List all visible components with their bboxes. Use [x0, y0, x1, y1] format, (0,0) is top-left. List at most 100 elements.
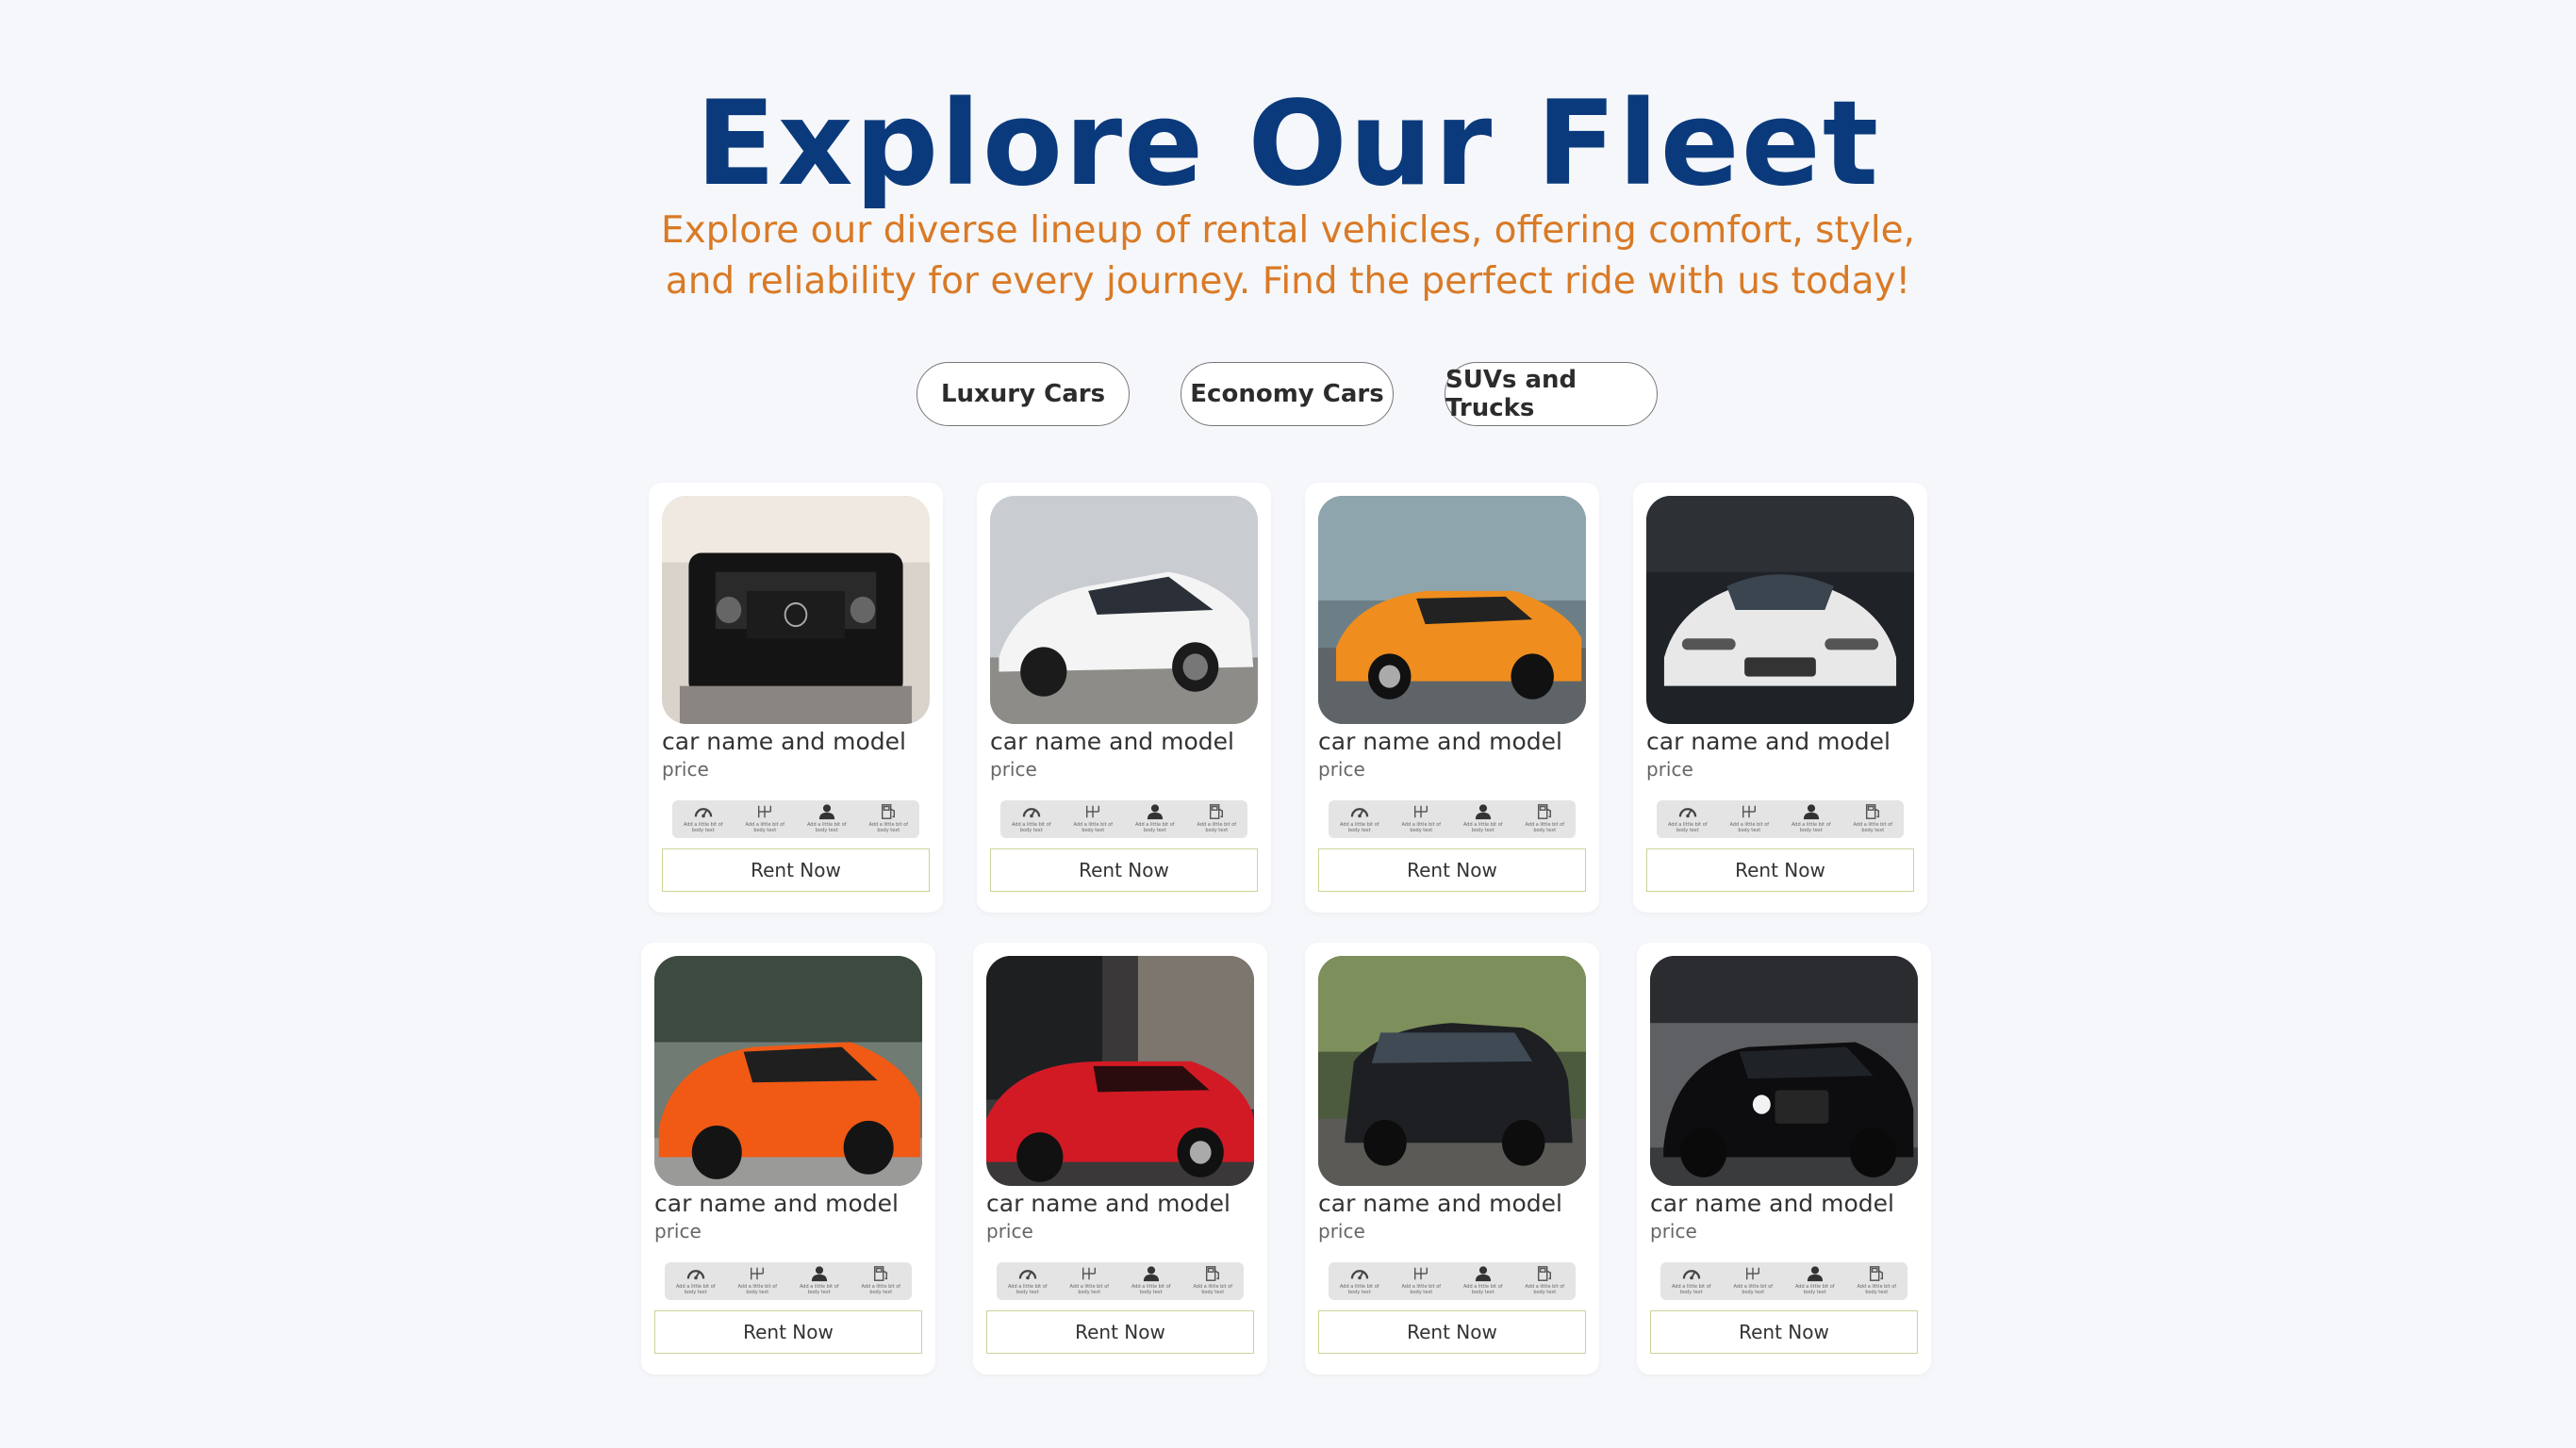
spec-item: Add a little bit of body text [1521, 803, 1568, 833]
car-card: car name and model price Add a little bit … [977, 483, 1271, 913]
car-price: price [654, 1220, 702, 1242]
spec-item: Add a little bit of body text [803, 803, 850, 833]
orange-supercar-photo [1318, 496, 1586, 724]
fuel-icon [1521, 1265, 1568, 1284]
spec-item: Add a little bit of body text [1460, 803, 1507, 833]
white-sportscar-photo [1646, 496, 1914, 724]
spec-text: Add a little bit of body text [1791, 822, 1831, 833]
rent-now-button[interactable]: Rent Now [1318, 1310, 1586, 1354]
spec-item: Add a little bit of body text [1460, 1265, 1507, 1295]
spec-text: Add a little bit of body text [1525, 822, 1565, 833]
spec-text: Add a little bit of body text [1011, 822, 1051, 833]
car-card: car name and model price Add a little bit … [641, 943, 935, 1374]
car-card: car name and model price Add a little bit … [1305, 483, 1599, 913]
speedometer-icon [1336, 1265, 1383, 1284]
spec-item: Add a little bit of body text [1131, 803, 1179, 833]
spec-text: Add a little bit of body text [861, 1284, 901, 1295]
person-icon [796, 1265, 843, 1284]
car-name: car name and model [1318, 1190, 1562, 1217]
car-card: car name and model price Add a little bit … [1305, 943, 1599, 1374]
spec-text: Add a little bit of body text [1462, 1284, 1503, 1295]
spec-item: Add a little bit of body text [1664, 803, 1711, 833]
spec-bar: Add a little bit of body text Add a littl… [1329, 800, 1576, 838]
spec-text: Add a little bit of body text [1733, 1284, 1774, 1295]
filter-economy-cars[interactable]: Economy Cars [1181, 362, 1394, 426]
speedometer-icon [1668, 1265, 1715, 1284]
rent-now-button[interactable]: Rent Now [986, 1310, 1254, 1354]
rent-now-button[interactable]: Rent Now [1650, 1310, 1918, 1354]
person-icon [1131, 803, 1179, 822]
car-price: price [1318, 758, 1365, 781]
spec-text: Add a little bit of body text [675, 1284, 716, 1295]
person-icon [803, 803, 850, 822]
gearbox-icon [1397, 803, 1445, 822]
spec-item: Add a little bit of body text [1853, 1265, 1900, 1295]
spec-item: Add a little bit of body text [1397, 1265, 1445, 1295]
gearbox-icon [1397, 1265, 1445, 1284]
spec-item: Add a little bit of body text [1726, 803, 1773, 833]
gearbox-icon [734, 1265, 781, 1284]
car-name: car name and model [1650, 1190, 1894, 1217]
gearbox-icon [1726, 803, 1773, 822]
car-card: car name and model price Add a little bit … [973, 943, 1267, 1374]
spec-text: Add a little bit of body text [868, 822, 909, 833]
spec-text: Add a little bit of body text [1073, 822, 1114, 833]
spec-item: Add a little bit of body text [1128, 1265, 1175, 1295]
spec-bar: Add a little bit of body text Add a littl… [997, 1262, 1244, 1300]
spec-item: Add a little bit of body text [734, 1265, 781, 1295]
speedometer-icon [1004, 1265, 1051, 1284]
spec-text: Add a little bit of body text [737, 1284, 778, 1295]
car-price: price [986, 1220, 1033, 1242]
spec-text: Add a little bit of body text [1667, 822, 1708, 833]
fuel-icon [1853, 1265, 1900, 1284]
spec-text: Add a little bit of body text [1671, 1284, 1711, 1295]
filter-suvs-trucks[interactable]: SUVs and Trucks [1445, 362, 1658, 426]
fuel-icon [1849, 803, 1896, 822]
gearbox-icon [1729, 1265, 1776, 1284]
car-card: car name and model price Add a little bit … [649, 483, 943, 913]
spec-item: Add a little bit of body text [865, 803, 912, 833]
gearbox-icon [1069, 803, 1116, 822]
spec-item: Add a little bit of body text [1065, 1265, 1113, 1295]
spec-text: Add a little bit of body text [1007, 1284, 1048, 1295]
spec-bar: Add a little bit of body text Add a littl… [672, 800, 919, 838]
speedometer-icon [1664, 803, 1711, 822]
person-icon [1792, 1265, 1839, 1284]
spec-text: Add a little bit of body text [1134, 822, 1175, 833]
category-filters: Luxury Cars Economy Cars SUVs and Trucks [0, 362, 2576, 428]
rent-now-button[interactable]: Rent Now [1318, 848, 1586, 892]
car-name: car name and model [654, 1190, 899, 1217]
spec-bar: Add a little bit of body text Add a littl… [1000, 800, 1247, 838]
spec-text: Add a little bit of body text [1794, 1284, 1835, 1295]
car-card: car name and model price Add a little bit … [1633, 483, 1927, 913]
spec-bar: Add a little bit of body text Add a littl… [1329, 1262, 1576, 1300]
spec-item: Add a little bit of body text [1729, 1265, 1776, 1295]
spec-text: Add a little bit of body text [1857, 1284, 1897, 1295]
car-price: price [990, 758, 1037, 781]
speedometer-icon [1336, 803, 1383, 822]
person-icon [1460, 1265, 1507, 1284]
rent-now-button[interactable]: Rent Now [654, 1310, 922, 1354]
rent-now-button[interactable]: Rent Now [990, 848, 1258, 892]
spec-item: Add a little bit of body text [1668, 1265, 1715, 1295]
fuel-icon [857, 1265, 904, 1284]
white-hatchback-photo [990, 496, 1258, 724]
car-card: car name and model price Add a little bit … [1637, 943, 1931, 1374]
rent-now-button[interactable]: Rent Now [662, 848, 930, 892]
spec-text: Add a little bit of body text [1525, 1284, 1565, 1295]
filter-luxury-cars[interactable]: Luxury Cars [916, 362, 1130, 426]
spec-item: Add a little bit of body text [1788, 803, 1835, 833]
spec-bar: Add a little bit of body text Add a littl… [665, 1262, 912, 1300]
spec-text: Add a little bit of body text [806, 822, 847, 833]
spec-item: Add a little bit of body text [1792, 1265, 1839, 1295]
person-icon [1460, 803, 1507, 822]
car-price: price [1318, 1220, 1365, 1242]
spec-item: Add a little bit of body text [1008, 803, 1055, 833]
spec-item: Add a little bit of body text [857, 1265, 904, 1295]
spec-item: Add a little bit of body text [1193, 803, 1240, 833]
rent-now-button[interactable]: Rent Now [1646, 848, 1914, 892]
dark-suv-photo [1318, 956, 1586, 1186]
spec-text: Add a little bit of body text [799, 1284, 839, 1295]
spec-text: Add a little bit of body text [1339, 1284, 1379, 1295]
gearbox-icon [1065, 1265, 1113, 1284]
